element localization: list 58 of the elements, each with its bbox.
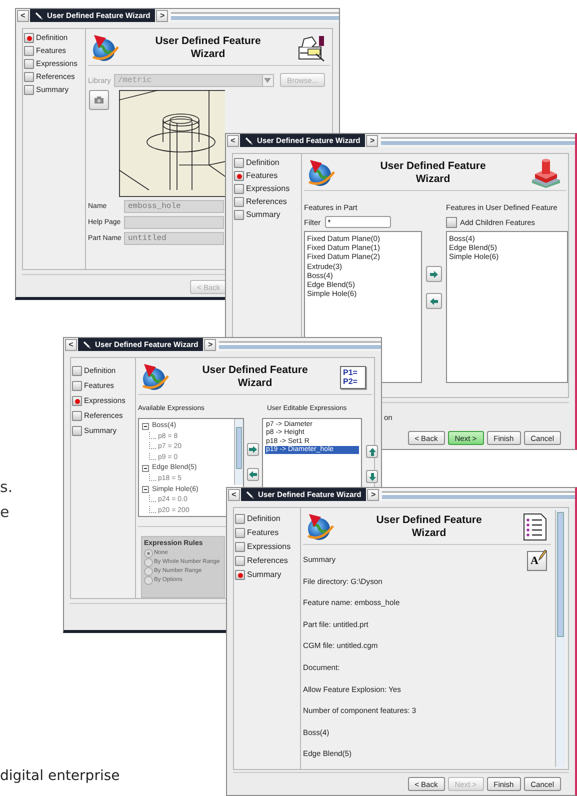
globe-logo-icon (305, 512, 335, 542)
step-item[interactable]: Expressions (235, 542, 299, 552)
step-item[interactable]: References (235, 556, 299, 566)
arrow-left-icon (430, 298, 438, 304)
arrow-right-icon (249, 446, 257, 453)
step-item[interactable]: Definition (234, 158, 300, 168)
back-nav-button[interactable]: < (17, 10, 29, 22)
move-right-button[interactable] (247, 443, 259, 456)
step-item[interactable]: Features (235, 528, 299, 538)
text-fragment: e (0, 503, 10, 521)
pen-icon (245, 136, 253, 144)
step-item[interactable]: Summary (235, 570, 299, 580)
pencil-icon (538, 549, 547, 561)
stacked-block-icon (530, 158, 562, 188)
expression-badge: P1= P2= (340, 366, 366, 388)
pen-icon (83, 340, 91, 348)
step-item[interactable]: Definition (235, 514, 299, 524)
hand-and-box-icon (296, 34, 326, 62)
checkbox[interactable] (446, 216, 457, 228)
globe-logo-icon (140, 362, 170, 392)
forward-nav-button[interactable]: > (366, 134, 378, 146)
step-item[interactable]: Features (234, 171, 300, 181)
wizard-heading: User Defined Feature Wizard (154, 35, 262, 61)
move-up-button[interactable] (366, 445, 378, 458)
filter-field[interactable]: * (324, 216, 391, 228)
scrollbar[interactable] (234, 419, 243, 485)
footer-text: digital enterprise (0, 768, 120, 784)
move-right-button[interactable] (426, 266, 442, 282)
forward-nav-button[interactable]: > (367, 488, 380, 500)
move-down-button[interactable] (366, 470, 378, 483)
camera-icon (94, 96, 104, 104)
wizard-heading: User Defined Feature Wizard (379, 160, 487, 186)
arrow-up-icon (368, 448, 376, 456)
globe-logo-icon (90, 33, 120, 63)
back-nav-button[interactable]: < (65, 338, 77, 350)
pen-icon (35, 12, 43, 20)
back-nav-button[interactable]: < (227, 134, 239, 146)
wizard-heading: User Defined Feature Wizard (375, 514, 483, 540)
dropdown-arrow-icon (262, 74, 273, 86)
pen-icon (246, 490, 254, 498)
globe-logo-icon (306, 158, 336, 188)
text-fragment: s. (0, 478, 13, 496)
arrow-down-icon (368, 472, 376, 480)
list-document-icon (523, 513, 547, 541)
scrollbar[interactable] (555, 510, 565, 767)
forward-nav-button[interactable]: > (156, 10, 168, 22)
back-nav-button[interactable]: < (228, 488, 240, 500)
camera-button[interactable] (89, 90, 109, 110)
step-item[interactable]: Expressions (234, 184, 300, 194)
arrow-right-icon (430, 270, 438, 278)
step-item[interactable]: References (234, 197, 300, 207)
wizard-heading: User Defined Feature Wizard (201, 364, 309, 390)
arrow-left-icon (249, 471, 257, 478)
forward-nav-button[interactable]: > (204, 338, 216, 350)
edit-text-button[interactable]: A (527, 551, 547, 571)
step-item[interactable]: Summary (234, 210, 300, 220)
move-left-button[interactable] (426, 293, 442, 309)
move-left-button[interactable] (247, 468, 259, 481)
